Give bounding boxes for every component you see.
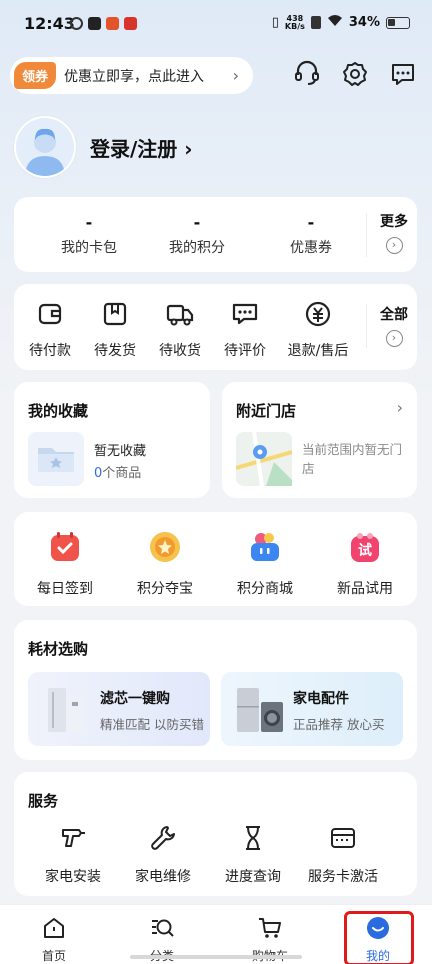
favorites-empty-text: 暂无收藏 — [94, 444, 147, 459]
points-mall[interactable]: 积分商城 — [220, 530, 310, 598]
trial-tag-icon: 试 — [351, 533, 379, 562]
highlight-box — [344, 911, 414, 964]
coupon-banner-text: 优惠立即享，点此进入 — [64, 68, 205, 85]
nearby-stores-title: 附近门店 — [236, 402, 297, 420]
notification-app-icon — [106, 17, 119, 30]
notification-app-icon — [88, 17, 101, 30]
stats-more-button[interactable]: 更多 › — [376, 211, 412, 254]
order-pending-receipt[interactable]: 待收货 — [148, 300, 212, 360]
coupon-badge: 领券 — [14, 62, 57, 89]
coin-star-icon — [150, 532, 180, 562]
vibrate-icon: ▯ — [271, 15, 279, 30]
wrench-icon — [151, 826, 175, 850]
header-actions — [294, 60, 416, 88]
appliance-accessories[interactable]: 家电配件 正品推荐 放心买 — [221, 672, 403, 746]
drill-icon — [62, 829, 85, 847]
no-sim-icon — [310, 16, 321, 29]
appliance-install[interactable]: 家电安装 — [28, 824, 118, 886]
order-refund-aftersale[interactable]: 退款/售后 — [280, 300, 356, 360]
battery-percent: 34% — [348, 15, 380, 30]
status-bar: 12:43 ▯ 438 KB/s 34% — [0, 0, 432, 52]
order-pending-payment[interactable]: 待付款 — [18, 300, 82, 360]
points-lottery[interactable]: 积分夺宝 — [120, 530, 210, 598]
tab-home[interactable]: 首页 — [14, 915, 94, 964]
profile-row[interactable]: 登录/注册 › — [14, 116, 314, 178]
order-pending-shipment[interactable]: 待发货 — [83, 300, 147, 360]
net-speed: 438 KB/s — [284, 13, 305, 31]
calendar-check-icon — [51, 532, 79, 561]
service-card: 服务 家电安装 家电维修 进度查询 服务卡激活 — [14, 772, 417, 896]
status-app-icons — [70, 17, 137, 30]
appliance-repair[interactable]: 家电维修 — [118, 824, 208, 886]
chevron-right-icon[interactable]: › — [397, 398, 403, 417]
category-search-icon — [152, 919, 174, 937]
truck-icon — [166, 304, 194, 326]
favorites-count: 0个商品 — [94, 466, 142, 481]
notification-app-icon — [124, 17, 137, 30]
default-avatar-icon — [16, 118, 74, 176]
stat-card-wallet[interactable]: - 我的卡包 — [34, 213, 144, 257]
chevron-circle-right-icon: › — [385, 330, 403, 347]
nearby-stores-empty-text: 当前范围内暂无门店 — [302, 442, 403, 476]
package-icon — [103, 302, 127, 326]
chevron-right-icon: › — [232, 66, 239, 85]
feature-grid: 每日签到 积分夺宝 积分商城 试 新品试用 — [14, 512, 417, 606]
message-icon[interactable] — [390, 60, 416, 88]
stat-coupons[interactable]: - 优惠券 — [256, 213, 366, 257]
account-stats-card: - 我的卡包 - 我的积分 - 优惠券 更多 › — [14, 197, 417, 272]
card-icon — [331, 828, 355, 848]
folder-star-icon — [28, 432, 84, 486]
progress-query[interactable]: 进度查询 — [208, 824, 298, 886]
battery-icon — [386, 16, 410, 29]
orders-card: 待付款 待发货 待收货 待评价 退款/售后 全部 › — [14, 284, 417, 370]
svg-text:试: 试 — [358, 542, 372, 559]
nearby-stores-card[interactable]: 附近门店 › 当前范围内暂无门店 — [222, 382, 417, 498]
notification-app-icon — [70, 17, 83, 30]
avatar[interactable] — [14, 116, 76, 178]
gear-icon[interactable] — [342, 60, 368, 88]
daily-checkin[interactable]: 每日签到 — [20, 530, 110, 598]
map-icon — [235, 431, 293, 487]
service-card-activation[interactable]: 服务卡激活 — [288, 824, 398, 886]
wifi-icon — [327, 14, 343, 31]
refund-icon — [305, 301, 331, 327]
chevron-circle-right-icon: › — [385, 237, 403, 254]
cart-icon — [259, 918, 281, 938]
login-register-link[interactable]: 登录/注册 › — [90, 133, 193, 162]
wallet-icon — [38, 303, 62, 325]
consumables-title: 耗材选购 — [28, 640, 89, 658]
appliance-icon — [237, 688, 283, 732]
stat-points[interactable]: - 我的积分 — [142, 213, 252, 257]
order-pending-review[interactable]: 待评价 — [213, 300, 277, 360]
coupon-banner[interactable]: 领券 优惠立即享，点此进入 › — [10, 57, 253, 94]
new-product-trial[interactable]: 试 新品试用 — [320, 530, 410, 598]
favorites-title: 我的收藏 — [28, 402, 89, 420]
basket-icon — [251, 533, 279, 561]
consumables-card: 耗材选购 滤芯一键购 精准匹配 以防买错 家电配件 正品推荐 放心买 — [14, 620, 417, 760]
home-icon — [44, 918, 64, 938]
water-purifier-icon — [48, 688, 82, 732]
divider — [366, 213, 367, 257]
home-indicator — [130, 955, 302, 959]
hourglass-icon — [246, 826, 260, 850]
headset-icon[interactable] — [294, 60, 320, 88]
orders-all-button[interactable]: 全部 › — [376, 304, 412, 347]
status-right: ▯ 438 KB/s 34% — [272, 14, 410, 31]
favorites-card[interactable]: 我的收藏 暂无收藏 0个商品 — [14, 382, 210, 498]
divider — [366, 304, 367, 348]
status-time: 12:43 — [24, 14, 75, 33]
comment-icon — [232, 303, 258, 325]
service-title: 服务 — [28, 792, 59, 810]
filter-quick-buy[interactable]: 滤芯一键购 精准匹配 以防买错 — [28, 672, 210, 746]
